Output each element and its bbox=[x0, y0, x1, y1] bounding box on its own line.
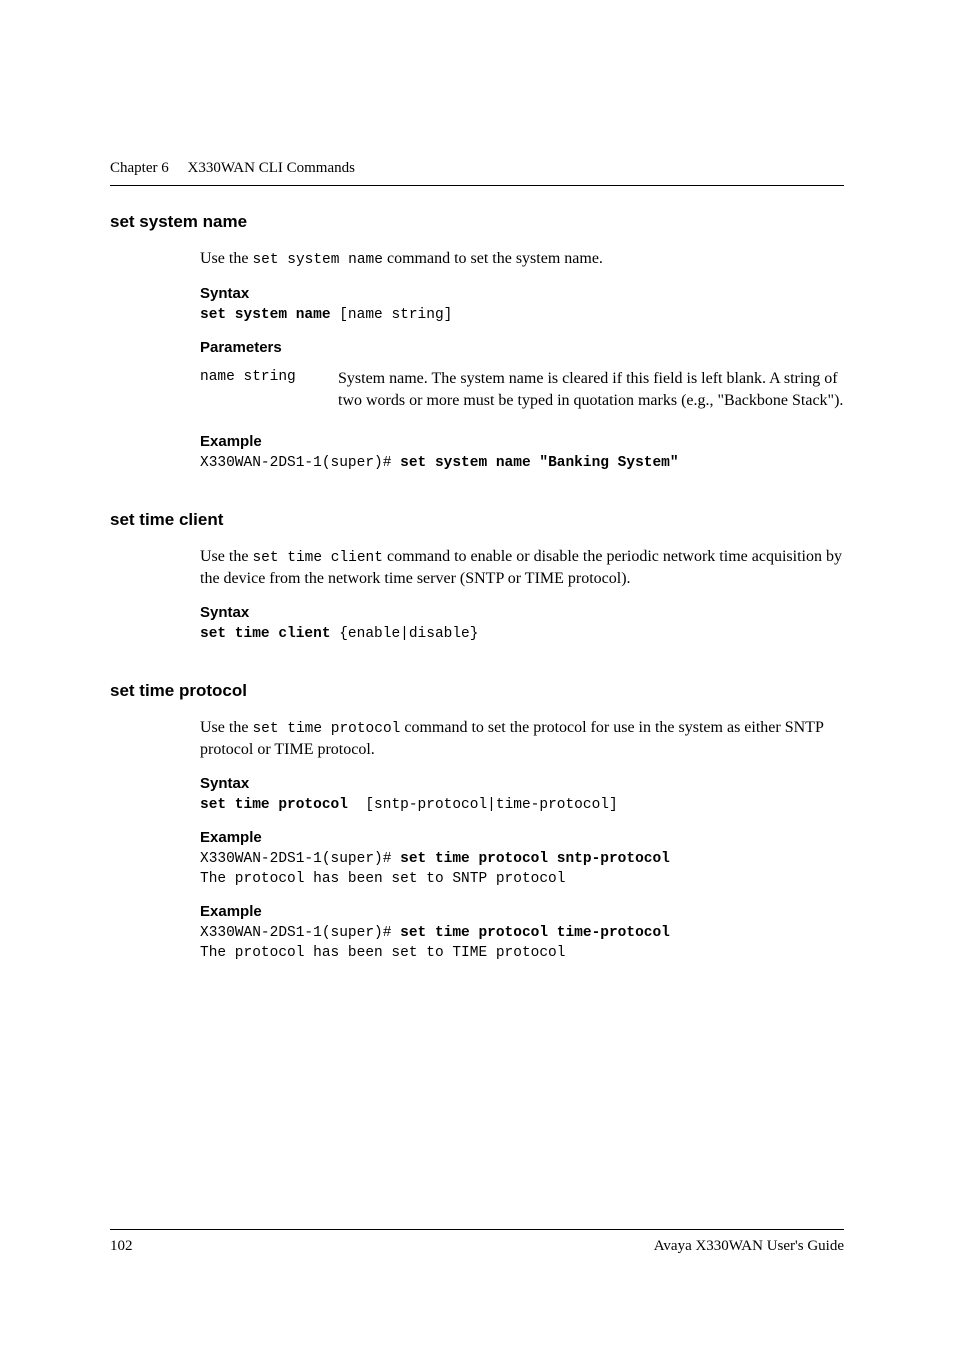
syntax-args: [sntp-protocol|time-protocol] bbox=[348, 797, 618, 813]
syntax-line: set system name [name string] bbox=[200, 306, 844, 326]
running-head: Chapter 6 X330WAN CLI Commands bbox=[110, 160, 844, 177]
parameters-label: Parameters bbox=[200, 339, 844, 356]
footer: 102 Avaya X330WAN User's Guide bbox=[110, 1229, 844, 1255]
intro-pre: Use the bbox=[200, 548, 252, 565]
syntax-cmd: set time protocol bbox=[200, 797, 348, 813]
intro-pre: Use the bbox=[200, 250, 252, 267]
syntax-args: {enable|disable} bbox=[331, 626, 479, 642]
section-intro: Use the set system name command to set t… bbox=[200, 248, 844, 271]
intro-code: set time protocol bbox=[252, 721, 400, 737]
section-title-set-system-name: set system name bbox=[110, 212, 844, 232]
intro-code: set system name bbox=[252, 252, 383, 268]
example-cmd: set time protocol time-protocol bbox=[400, 925, 670, 941]
guide-title: Avaya X330WAN User's Guide bbox=[654, 1238, 844, 1255]
example-label: Example bbox=[200, 433, 844, 450]
example-block: X330WAN-2DS1-1(super)# set time protocol… bbox=[200, 924, 844, 963]
example-label: Example bbox=[200, 829, 844, 846]
param-desc: System name. The system name is cleared … bbox=[338, 368, 844, 411]
intro-pre: Use the bbox=[200, 719, 252, 736]
syntax-label: Syntax bbox=[200, 775, 844, 792]
chapter-title: X330WAN CLI Commands bbox=[187, 160, 355, 176]
section-title-set-time-client: set time client bbox=[110, 510, 844, 530]
syntax-label: Syntax bbox=[200, 285, 844, 302]
header-rule bbox=[110, 185, 844, 186]
example-output: The protocol has been set to SNTP protoc… bbox=[200, 871, 565, 887]
example-block: X330WAN-2DS1-1(super)# set time protocol… bbox=[200, 850, 844, 889]
example-line: X330WAN-2DS1-1(super)# set system name "… bbox=[200, 454, 844, 474]
section-intro: Use the set time protocol command to set… bbox=[200, 717, 844, 761]
intro-code: set time client bbox=[252, 550, 383, 566]
page-number: 102 bbox=[110, 1238, 133, 1255]
example-output: The protocol has been set to TIME protoc… bbox=[200, 945, 565, 961]
example-prompt: X330WAN-2DS1-1(super)# bbox=[200, 851, 400, 867]
syntax-label: Syntax bbox=[200, 604, 844, 621]
syntax-line: set time protocol [sntp-protocol|time-pr… bbox=[200, 796, 844, 816]
chapter-label: Chapter 6 bbox=[110, 160, 169, 176]
page: Chapter 6 X330WAN CLI Commands set syste… bbox=[0, 0, 954, 1351]
section-intro: Use the set time client command to enabl… bbox=[200, 546, 844, 590]
syntax-cmd: set system name bbox=[200, 307, 331, 323]
example-label: Example bbox=[200, 903, 844, 920]
example-cmd: set system name "Banking System" bbox=[400, 455, 678, 471]
example-prompt: X330WAN-2DS1-1(super)# bbox=[200, 455, 400, 471]
section-title-set-time-protocol: set time protocol bbox=[110, 681, 844, 701]
syntax-cmd: set time client bbox=[200, 626, 331, 642]
example-cmd: set time protocol sntp-protocol bbox=[400, 851, 670, 867]
syntax-args: [name string] bbox=[331, 307, 453, 323]
param-row: name string System name. The system name… bbox=[200, 368, 844, 411]
intro-post: command to set the system name. bbox=[383, 250, 603, 267]
example-prompt: X330WAN-2DS1-1(super)# bbox=[200, 925, 400, 941]
param-key: name string bbox=[200, 368, 312, 411]
syntax-line: set time client {enable|disable} bbox=[200, 625, 844, 645]
